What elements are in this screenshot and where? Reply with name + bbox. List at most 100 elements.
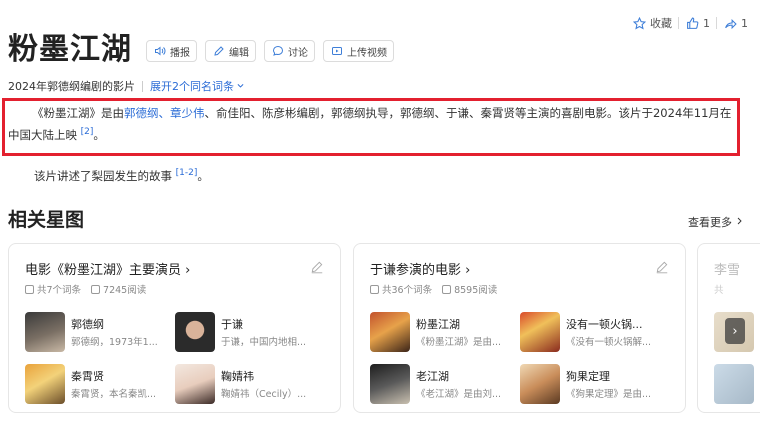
list-item[interactable]: 秦霄贤秦霄贤，本名秦凯... bbox=[25, 364, 175, 404]
summary-paragraph: 《粉墨江湖》是由郭德纲、章少伟、俞佳阳、陈彦彬编剧，郭德纲执导，郭德纲、于谦、秦… bbox=[8, 104, 736, 145]
upload-label: 上传视频 bbox=[347, 47, 387, 59]
pencil-icon bbox=[212, 44, 226, 58]
thumbs-up-icon bbox=[685, 16, 699, 30]
reads-icon bbox=[91, 284, 101, 294]
card-meta: 共 bbox=[714, 285, 724, 296]
pencil-icon[interactable] bbox=[310, 259, 324, 278]
entry-name: 没有一顿火锅... bbox=[566, 318, 643, 331]
pencil-icon[interactable] bbox=[655, 259, 669, 278]
entry-name: 郭德纲 bbox=[71, 318, 104, 331]
play-label: 播报 bbox=[170, 47, 190, 59]
card-title[interactable]: 于谦参演的电影 › bbox=[370, 259, 470, 278]
share-icon bbox=[723, 16, 737, 30]
read-count: 8595阅读 bbox=[454, 285, 498, 296]
list-item[interactable]: 鞠婧祎鞠婧祎（Cecily）... bbox=[175, 364, 325, 404]
entry-desc: 郭德纲，1973年1... bbox=[71, 337, 158, 348]
story-paragraph: 该片讲述了梨园发生的故事 [1-2]。 bbox=[34, 164, 209, 186]
discuss-button[interactable]: 讨论 bbox=[264, 40, 315, 62]
expand-homonyms-link[interactable]: 展开2个同名词条 bbox=[150, 78, 245, 94]
subtitle-row: 2024年郭德纲编剧的影片 展开2个同名词条 bbox=[8, 78, 245, 94]
entry-count: 共36个词条 bbox=[382, 285, 433, 296]
avatar bbox=[25, 364, 65, 404]
thumbnail bbox=[714, 364, 754, 404]
entry-desc: 秦霄贤，本名秦凯... bbox=[71, 389, 157, 400]
card-meta: 共7个词条 7245阅读 bbox=[25, 282, 146, 296]
avatar bbox=[175, 312, 215, 352]
entry-desc: 鞠婧祎（Cecily）... bbox=[221, 389, 307, 400]
entry-name: 粉墨江湖 bbox=[416, 318, 460, 331]
star-map-card[interactable]: 电影《粉墨江湖》主要演员 › 共7个词条 7245阅读 郭德纲郭德纲，1973年… bbox=[8, 243, 341, 413]
link-separator: 、 bbox=[158, 106, 171, 120]
star-map-card[interactable]: 于谦参演的电影 › 共36个词条 8595阅读 粉墨江湖《粉墨江湖》是由... … bbox=[353, 243, 686, 413]
entry-name: 秦霄贤 bbox=[71, 370, 104, 383]
list-item[interactable]: 于谦于谦，中国内地相... bbox=[175, 312, 325, 352]
list-item[interactable]: 狗果定理《狗果定理》是由... bbox=[520, 364, 670, 404]
section-title: 相关星图 bbox=[8, 209, 85, 231]
expand-label: 展开2个同名词条 bbox=[150, 80, 234, 93]
entry-desc: 于谦，中国内地相... bbox=[221, 337, 307, 348]
reads-icon bbox=[442, 284, 452, 294]
movie-poster bbox=[520, 364, 560, 404]
entries-icon bbox=[370, 284, 379, 294]
link-zhang-shaowei[interactable]: 章少伟 bbox=[170, 106, 205, 120]
entry-name: 鞠婧祎 bbox=[221, 370, 254, 383]
story-text: 该片讲述了梨园发生的故事 bbox=[34, 168, 172, 183]
chevron-right-icon bbox=[735, 216, 744, 229]
share-count: 1 bbox=[741, 16, 748, 30]
list-item[interactable]: 老江湖《老江湖》是由刘... bbox=[370, 364, 520, 404]
entry-name: 老江湖 bbox=[416, 370, 449, 383]
video-icon bbox=[330, 44, 344, 58]
summary-end: 。 bbox=[93, 127, 105, 142]
divider bbox=[142, 80, 143, 92]
edit-button[interactable]: 编辑 bbox=[205, 40, 256, 62]
card-entries: 郭德纲郭德纲，1973年1... 于谦于谦，中国内地相... 秦霄贤秦霄贤，本名… bbox=[25, 312, 325, 404]
see-more-label: 查看更多 bbox=[688, 216, 732, 229]
chevron-right-icon: › bbox=[732, 323, 738, 339]
star-icon bbox=[632, 16, 646, 30]
speaker-icon bbox=[153, 44, 167, 58]
collect-label: 收藏 bbox=[650, 17, 672, 30]
read-count: 7245阅读 bbox=[103, 285, 147, 296]
edit-label: 编辑 bbox=[229, 47, 249, 59]
movie-poster bbox=[520, 312, 560, 352]
avatar bbox=[175, 364, 215, 404]
entry-name: 狗果定理 bbox=[566, 370, 610, 383]
upload-video-button[interactable]: 上传视频 bbox=[323, 40, 394, 62]
share-button[interactable]: 1 bbox=[717, 16, 754, 30]
avatar bbox=[25, 312, 65, 352]
link-guo-degang[interactable]: 郭德纲 bbox=[124, 106, 159, 120]
play-audio-button[interactable]: 播报 bbox=[146, 40, 197, 62]
list-item[interactable]: 没有一顿火锅... 《没有一顿火锅解... bbox=[520, 312, 670, 352]
entry-desc: 《狗果定理》是由... bbox=[566, 389, 652, 400]
reference-link[interactable]: [2] bbox=[81, 127, 94, 137]
like-count: 1 bbox=[703, 16, 710, 30]
see-more-link[interactable]: 查看更多 bbox=[688, 214, 744, 230]
card-title[interactable]: 电影《粉墨江湖》主要演员 › bbox=[25, 259, 190, 278]
entry-name: 于谦 bbox=[221, 318, 243, 331]
entry-count: 共7个词条 bbox=[37, 285, 82, 296]
entry-description: 2024年郭德纲编剧的影片 bbox=[8, 80, 135, 93]
like-button[interactable]: 1 bbox=[679, 16, 716, 30]
title-toolbar: 播报 编辑 讨论 上传视频 bbox=[146, 40, 394, 62]
card-entries: 粉墨江湖《粉墨江湖》是由... 没有一顿火锅... 《没有一顿火锅解... 老江湖… bbox=[370, 312, 670, 404]
entry-desc: 《老江湖》是由刘... bbox=[416, 389, 502, 400]
card-header: 于谦参演的电影 › bbox=[370, 259, 669, 278]
carousel-next-button[interactable]: › bbox=[725, 318, 745, 344]
list-item[interactable]: 粉墨江湖《粉墨江湖》是由... bbox=[370, 312, 520, 352]
collect-button[interactable]: 收藏 bbox=[626, 15, 678, 31]
entries-icon bbox=[25, 284, 34, 294]
list-item[interactable]: 郭德纲郭德纲，1973年1... bbox=[25, 312, 175, 352]
chat-bubble-icon bbox=[271, 44, 285, 58]
card-meta: 共36个词条 8595阅读 bbox=[370, 282, 497, 296]
page-title: 粉墨江湖 bbox=[8, 32, 132, 67]
reference-link[interactable]: [1-2] bbox=[176, 168, 198, 178]
summary-text-1: 《粉墨江湖》是由 bbox=[32, 106, 124, 120]
movie-poster bbox=[370, 312, 410, 352]
entry-desc: 《粉墨江湖》是由... bbox=[416, 337, 502, 348]
movie-poster bbox=[370, 364, 410, 404]
card-title: 李雪 bbox=[714, 263, 741, 278]
story-end: 。 bbox=[197, 168, 209, 183]
chevron-down-icon bbox=[236, 80, 245, 93]
top-actions: 收藏 1 1 bbox=[626, 13, 754, 33]
discuss-label: 讨论 bbox=[288, 47, 308, 59]
